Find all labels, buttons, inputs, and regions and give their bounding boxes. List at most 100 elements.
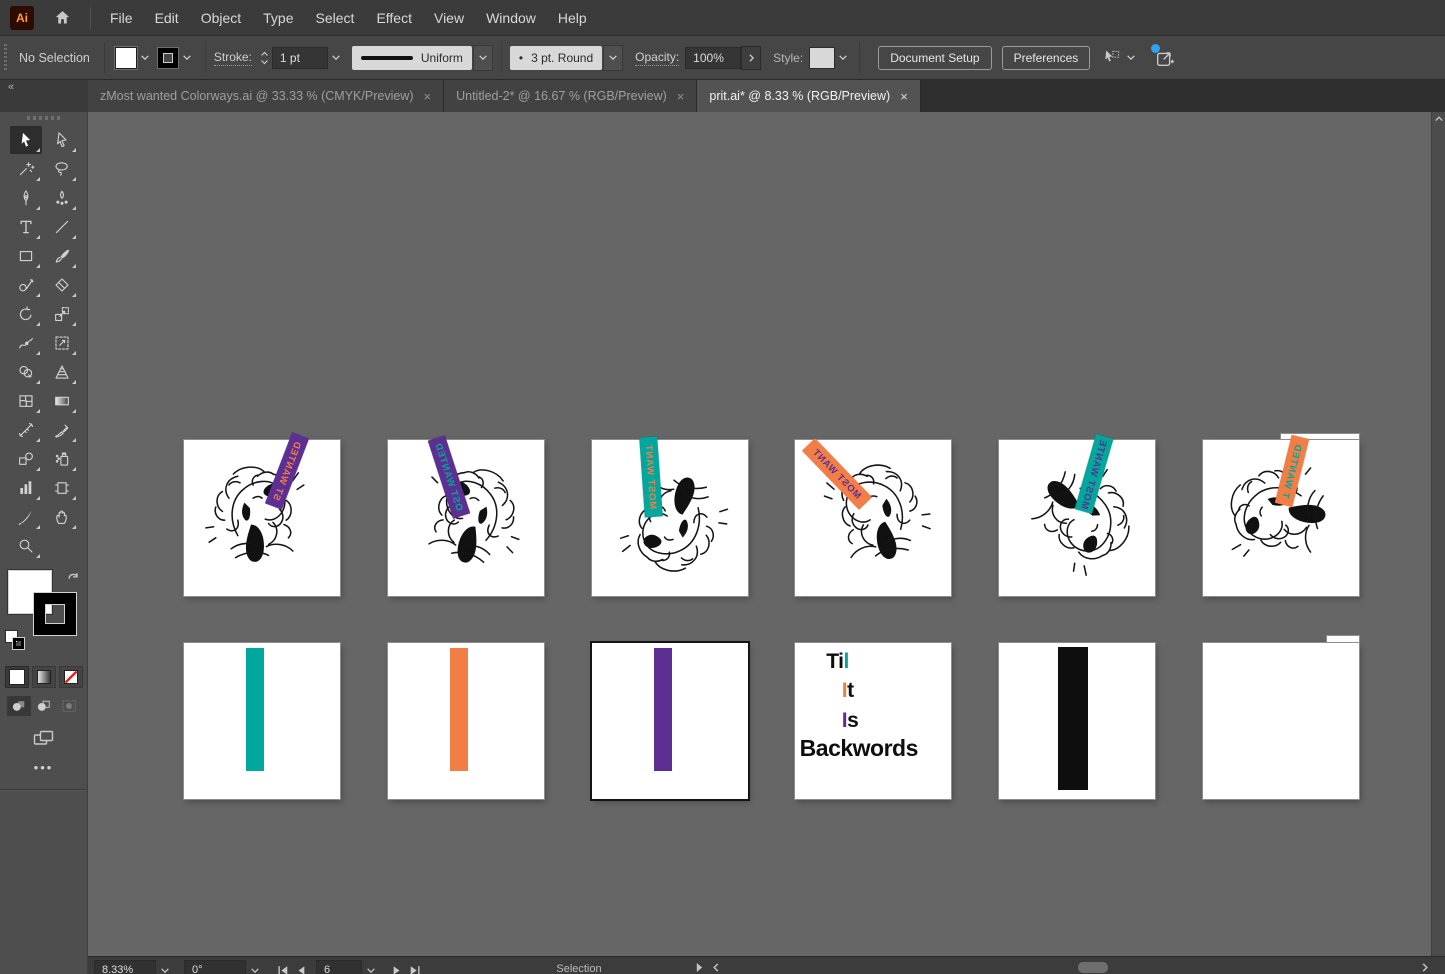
type-tool-icon[interactable]	[10, 213, 42, 241]
stroke-chevron-down-icon[interactable]	[179, 48, 195, 68]
stroke-profile-select[interactable]: Uniform	[352, 46, 472, 70]
knife-tool-icon[interactable]	[10, 503, 42, 531]
symbol-sprayer-tool-icon[interactable]	[46, 445, 78, 473]
home-icon[interactable]	[48, 6, 76, 30]
zoom-level-input[interactable]: 8.33%	[94, 960, 156, 974]
hscroll-thumb[interactable]	[1078, 962, 1108, 973]
zoom-chevron-icon[interactable]	[156, 960, 174, 974]
menu-select[interactable]: Select	[305, 0, 366, 36]
swap-fill-stroke-icon[interactable]	[66, 569, 81, 583]
horizontal-scrollbar[interactable]	[695, 960, 1429, 974]
artboard-top-4[interactable]: MOST WANT	[795, 440, 951, 596]
pen-tool-icon[interactable]	[10, 184, 42, 212]
gradient-tool-icon[interactable]	[46, 387, 78, 415]
document-tab-2[interactable]: Untitled-2* @ 16.67 % (RGB/Preview)×	[444, 80, 697, 112]
edit-toolbar-dots[interactable]: •••	[0, 760, 87, 775]
menu-type[interactable]: Type	[252, 0, 304, 36]
stroke-weight-chevron-icon[interactable]	[328, 48, 344, 68]
stroke-weight-label[interactable]: Stroke:	[214, 50, 252, 66]
menu-window[interactable]: Window	[475, 0, 547, 36]
rotate-tool-icon[interactable]	[10, 300, 42, 328]
opacity-arrow-icon[interactable]	[741, 46, 761, 70]
shaper-tool-icon[interactable]	[10, 271, 42, 299]
eyedropper-tool-icon[interactable]	[46, 416, 78, 444]
status-tool-display[interactable]: Selection	[504, 963, 654, 974]
selection-tool-icon[interactable]	[10, 126, 42, 154]
column-graph-tool-icon[interactable]	[10, 474, 42, 502]
stroke-color-indicator[interactable]	[34, 593, 76, 635]
select-similar-icon[interactable]	[1102, 48, 1136, 68]
stroke-weight-input[interactable]: 1 pt	[272, 47, 328, 69]
last-artboard-icon[interactable]	[406, 960, 424, 974]
artboard-top-1[interactable]: ST WANTED	[184, 440, 340, 596]
zoom-tool-icon[interactable]	[10, 532, 42, 560]
puppet-warp-tool-icon[interactable]	[10, 329, 42, 357]
artboard-top-2[interactable]: OST WANTED	[388, 440, 544, 596]
brush-chevron-icon[interactable]	[603, 45, 623, 71]
draw-behind-button[interactable]	[32, 696, 56, 716]
document-tab-3[interactable]: prit.ai* @ 8.33 % (RGB/Preview)×	[697, 80, 920, 112]
brush-select[interactable]: • 3 pt. Round	[510, 46, 602, 70]
stroke-color-control[interactable]	[157, 47, 195, 69]
document-tab-1[interactable]: zMost wanted Colorways.ai @ 33.33 % (CMY…	[88, 80, 444, 112]
hscroll-track[interactable]	[720, 960, 1421, 974]
lasso-tool-icon[interactable]	[46, 155, 78, 183]
style-swatch[interactable]	[809, 47, 835, 69]
next-artboard-icon[interactable]	[388, 960, 406, 974]
stroke-color-swatch[interactable]	[157, 47, 179, 69]
menu-object[interactable]: Object	[190, 0, 252, 36]
canvas-area[interactable]: ST WANTED OST WANTED MOST WANT MOST WANT MOS…	[88, 112, 1445, 974]
rotation-input[interactable]: 0°	[184, 960, 246, 974]
default-fill-stroke-icon[interactable]	[5, 630, 27, 652]
artboard-top-6[interactable]: T WANTED	[1203, 440, 1359, 596]
previous-artboard-icon[interactable]	[292, 960, 310, 974]
share-document-icon[interactable]	[1154, 47, 1176, 69]
draw-inside-button[interactable]	[57, 696, 81, 716]
style-chevron-icon[interactable]	[835, 48, 851, 68]
artboard-top-3[interactable]: MOST WANT	[592, 440, 748, 596]
menu-edit[interactable]: Edit	[144, 0, 190, 36]
artboard-bottom-2[interactable]	[388, 643, 544, 799]
stroke-profile-chevron-icon[interactable]	[473, 45, 493, 71]
eraser-tool-icon[interactable]	[46, 271, 78, 299]
stroke-weight-stepper[interactable]	[260, 51, 269, 65]
measure-tool-icon[interactable]	[10, 416, 42, 444]
artboard-top-5[interactable]: MOST WANTE	[999, 440, 1155, 596]
mesh-tool-icon[interactable]	[10, 387, 42, 415]
rectangle-tool-icon[interactable]	[10, 242, 42, 270]
toolbar-grip[interactable]	[0, 112, 87, 124]
line-segment-tool-icon[interactable]	[46, 213, 78, 241]
control-bar-grip[interactable]	[4, 44, 7, 72]
artboard-bottom-3[interactable]	[592, 643, 748, 799]
direct-selection-tool-icon[interactable]	[46, 126, 78, 154]
opacity-input[interactable]: 100%	[685, 47, 741, 69]
artboard-tool-icon[interactable]	[46, 474, 78, 502]
artboard-bottom-1[interactable]	[184, 643, 340, 799]
menu-view[interactable]: View	[423, 0, 475, 36]
first-artboard-icon[interactable]	[274, 960, 292, 974]
tab-close-icon[interactable]: ×	[424, 89, 432, 104]
perspective-grid-tool-icon[interactable]	[46, 358, 78, 386]
fill-color-control[interactable]	[115, 47, 153, 69]
artboard-bottom-5[interactable]	[999, 643, 1155, 799]
fill-color-swatch[interactable]	[115, 47, 137, 69]
draw-normal-button[interactable]	[7, 696, 31, 716]
none-button[interactable]	[59, 666, 83, 688]
preferences-button[interactable]: Preferences	[1002, 46, 1091, 70]
artboard-bottom-6[interactable]	[1203, 643, 1359, 799]
document-setup-button[interactable]: Document Setup	[878, 46, 991, 70]
vertical-scrollbar[interactable]	[1431, 112, 1445, 974]
scale-tool-icon[interactable]	[46, 300, 78, 328]
shape-builder-tool-icon[interactable]	[10, 358, 42, 386]
paintbrush-tool-icon[interactable]	[46, 242, 78, 270]
artboard-bottom-4[interactable]: TilItIsBackwords	[795, 643, 951, 799]
tab-close-icon[interactable]: ×	[900, 89, 908, 104]
magic-wand-tool-icon[interactable]	[10, 155, 42, 183]
fill-chevron-down-icon[interactable]	[137, 48, 153, 68]
curvature-tool-icon[interactable]	[46, 184, 78, 212]
menu-effect[interactable]: Effect	[365, 0, 423, 36]
tab-close-icon[interactable]: ×	[677, 89, 685, 104]
opacity-label[interactable]: Opacity:	[635, 50, 679, 66]
rotation-chevron-icon[interactable]	[246, 960, 264, 974]
illustrator-app-icon[interactable]: Ai	[10, 6, 34, 30]
